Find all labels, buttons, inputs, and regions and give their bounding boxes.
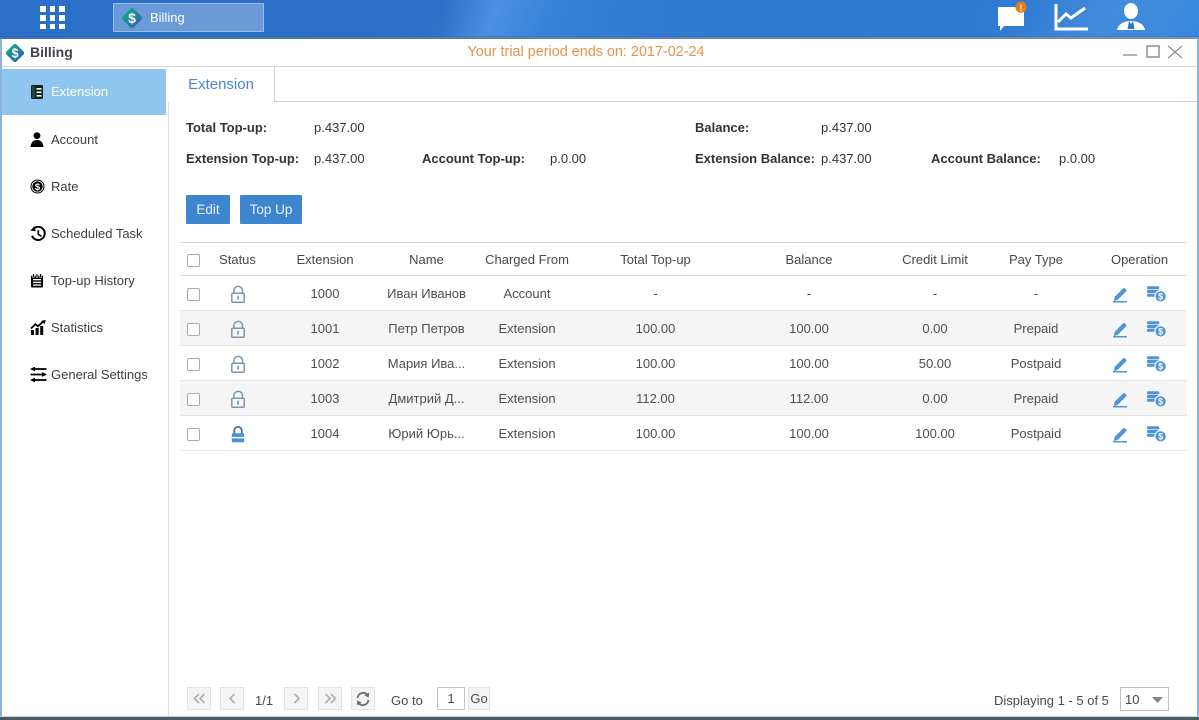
svg-text:$: $ (1158, 327, 1163, 337)
svg-text:$: $ (128, 10, 136, 26)
svg-text:!: ! (1020, 3, 1023, 13)
svg-text:$: $ (1158, 292, 1163, 302)
svg-text:$: $ (1158, 432, 1163, 442)
svg-text:$: $ (1158, 397, 1163, 407)
svg-text:$: $ (35, 182, 41, 193)
svg-text:$: $ (1158, 362, 1163, 372)
